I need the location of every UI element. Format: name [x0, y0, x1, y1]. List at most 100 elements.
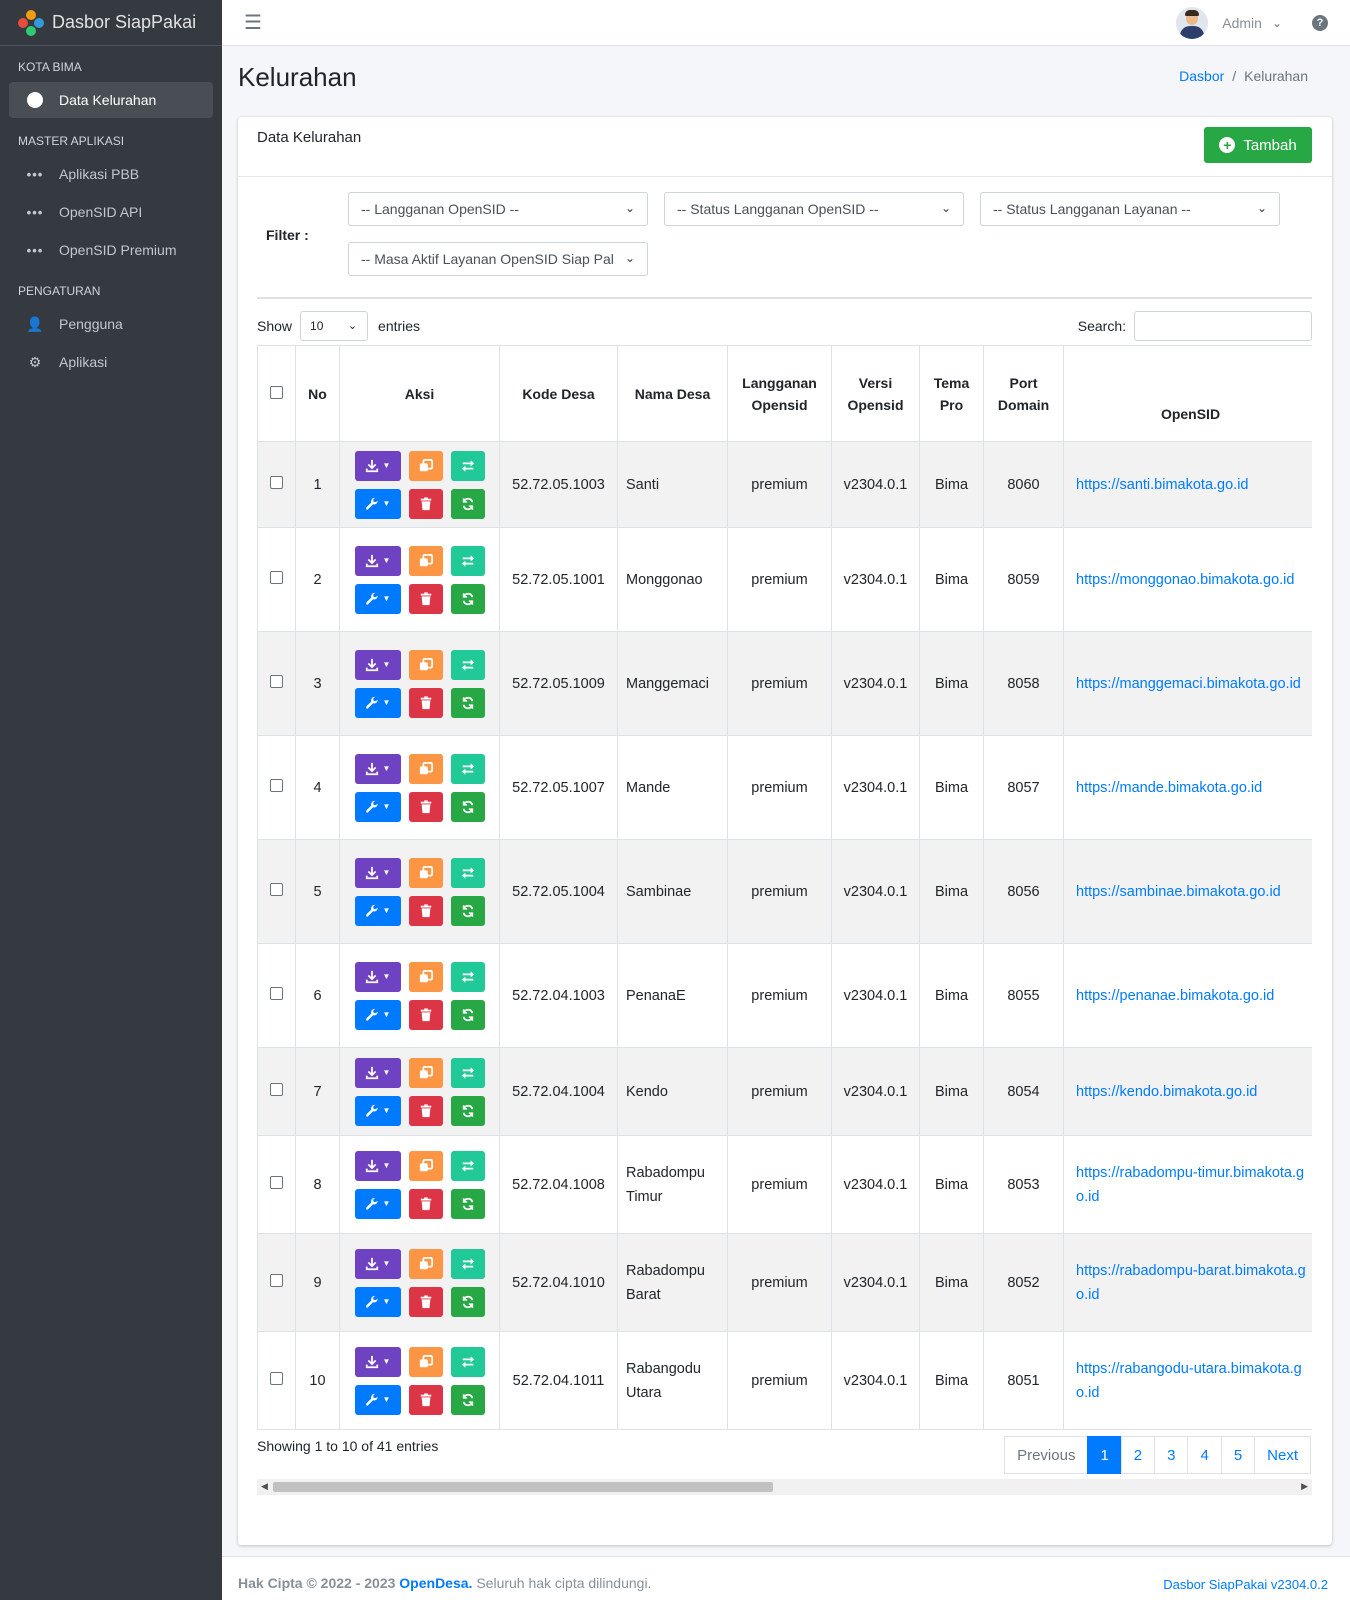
row-checkbox[interactable]: [270, 1175, 283, 1189]
filter-langganan-opensid[interactable]: -- Langganan OpenSID -- ⌄: [348, 192, 648, 226]
copy-button[interactable]: [408, 545, 443, 576]
swap-button[interactable]: [450, 1150, 485, 1181]
copy-button[interactable]: [408, 753, 443, 784]
sidebar-item-pengguna[interactable]: 👤 Pengguna: [9, 306, 213, 342]
download-dropdown-button[interactable]: ▼: [354, 545, 401, 576]
scrollbar-thumb[interactable]: [273, 1482, 773, 1492]
opensid-link[interactable]: https://rabadompu-barat.bimakota.go.id: [1076, 1263, 1306, 1303]
horizontal-scrollbar[interactable]: ◀ ▶: [257, 1479, 1312, 1495]
search-input[interactable]: [1134, 311, 1312, 341]
pagination-page-1[interactable]: 1: [1087, 1436, 1122, 1474]
help-icon[interactable]: ?: [1312, 14, 1328, 31]
swap-button[interactable]: [450, 450, 485, 481]
opensid-link[interactable]: https://monggonao.bimakota.go.id: [1076, 572, 1294, 588]
delete-button[interactable]: [408, 583, 443, 614]
chevron-down-icon[interactable]: ⌄: [1272, 16, 1282, 30]
download-dropdown-button[interactable]: ▼: [354, 961, 401, 992]
settings-dropdown-button[interactable]: ▼: [354, 583, 401, 614]
opensid-link[interactable]: https://mande.bimakota.go.id: [1076, 780, 1262, 796]
swap-button[interactable]: [450, 1248, 485, 1279]
opensid-link[interactable]: https://penanae.bimakota.go.id: [1076, 988, 1274, 1004]
swap-button[interactable]: [450, 1346, 485, 1377]
footer-version[interactable]: Dasbor SiapPakai v2304.0.2: [1163, 1577, 1328, 1592]
download-dropdown-button[interactable]: ▼: [354, 1150, 401, 1181]
col-header-opensid[interactable]: OpenSID: [1063, 345, 1312, 442]
sync-button[interactable]: [450, 1188, 485, 1219]
download-dropdown-button[interactable]: ▼: [354, 649, 401, 680]
settings-dropdown-button[interactable]: ▼: [354, 999, 401, 1030]
delete-button[interactable]: [408, 1286, 443, 1317]
swap-button[interactable]: [450, 649, 485, 680]
col-header-nama-desa[interactable]: Nama Desa: [617, 345, 728, 442]
brand[interactable]: Dasbor SiapPakai: [0, 0, 222, 46]
col-header-no[interactable]: No: [295, 345, 340, 442]
user-avatar[interactable]: [1176, 6, 1209, 39]
copy-button[interactable]: [408, 961, 443, 992]
scroll-left-icon[interactable]: ◀: [261, 1481, 268, 1492]
user-name[interactable]: Admin: [1222, 15, 1262, 31]
sync-button[interactable]: [450, 1286, 485, 1317]
settings-dropdown-button[interactable]: ▼: [354, 488, 401, 519]
sync-button[interactable]: [450, 1384, 485, 1415]
settings-dropdown-button[interactable]: ▼: [354, 895, 401, 926]
filter-status-langganan-opensid[interactable]: -- Status Langganan OpenSID -- ⌄: [664, 192, 964, 226]
delete-button[interactable]: [408, 1095, 443, 1126]
delete-button[interactable]: [408, 488, 443, 519]
copy-button[interactable]: [408, 857, 443, 888]
download-dropdown-button[interactable]: ▼: [354, 1346, 401, 1377]
row-checkbox[interactable]: [270, 570, 283, 584]
swap-button[interactable]: [450, 961, 485, 992]
delete-button[interactable]: [408, 895, 443, 926]
pagination-page-2[interactable]: 2: [1120, 1436, 1156, 1474]
copy-button[interactable]: [408, 450, 443, 481]
pagination-previous[interactable]: Previous: [1004, 1436, 1089, 1474]
delete-button[interactable]: [408, 687, 443, 718]
sync-button[interactable]: [450, 1095, 485, 1126]
delete-button[interactable]: [408, 999, 443, 1030]
opensid-link[interactable]: https://rabadompu-timur.bimakota.go.id: [1076, 1165, 1304, 1205]
add-button[interactable]: + Tambah: [1204, 127, 1312, 163]
pagination-page-3[interactable]: 3: [1154, 1436, 1189, 1474]
row-checkbox[interactable]: [270, 475, 283, 489]
scroll-right-icon[interactable]: ▶: [1301, 1481, 1308, 1492]
swap-button[interactable]: [450, 1057, 485, 1088]
col-header-tema[interactable]: Tema Pro: [919, 345, 984, 442]
sync-button[interactable]: [450, 791, 485, 822]
sync-button[interactable]: [450, 999, 485, 1030]
sync-button[interactable]: [450, 895, 485, 926]
sync-button[interactable]: [450, 488, 485, 519]
opensid-link[interactable]: https://kendo.bimakota.go.id: [1076, 1084, 1257, 1100]
opensid-link[interactable]: https://santi.bimakota.go.id: [1076, 477, 1249, 493]
settings-dropdown-button[interactable]: ▼: [354, 1384, 401, 1415]
copy-button[interactable]: [408, 1150, 443, 1181]
download-dropdown-button[interactable]: ▼: [354, 1248, 401, 1279]
copy-button[interactable]: [408, 1248, 443, 1279]
settings-dropdown-button[interactable]: ▼: [354, 1286, 401, 1317]
settings-dropdown-button[interactable]: ▼: [354, 687, 401, 718]
row-checkbox[interactable]: [270, 778, 283, 792]
row-checkbox[interactable]: [270, 1371, 283, 1385]
opensid-link[interactable]: https://rabangodu-utara.bimakota.go.id: [1076, 1361, 1302, 1401]
filter-status-langganan-layanan[interactable]: -- Status Langganan Layanan -- ⌄: [980, 192, 1280, 226]
sidebar-item-data-kelurahan[interactable]: Data Kelurahan: [9, 82, 213, 118]
footer-brand-link[interactable]: OpenDesa.: [399, 1575, 472, 1591]
opensid-link[interactable]: https://manggemaci.bimakota.go.id: [1076, 676, 1301, 692]
settings-dropdown-button[interactable]: ▼: [354, 1188, 401, 1219]
download-dropdown-button[interactable]: ▼: [354, 753, 401, 784]
swap-button[interactable]: [450, 857, 485, 888]
entries-length-select[interactable]: 10 ⌄: [300, 311, 369, 341]
breadcrumb-home-link[interactable]: Dasbor: [1179, 68, 1224, 84]
opensid-link[interactable]: https://sambinae.bimakota.go.id: [1076, 884, 1281, 900]
download-dropdown-button[interactable]: ▼: [354, 857, 401, 888]
pagination-page-5[interactable]: 5: [1220, 1436, 1256, 1474]
hamburger-menu-icon[interactable]: ☰: [244, 10, 262, 35]
delete-button[interactable]: [408, 1384, 443, 1415]
delete-button[interactable]: [408, 791, 443, 822]
settings-dropdown-button[interactable]: ▼: [354, 791, 401, 822]
row-checkbox[interactable]: [270, 1273, 283, 1287]
col-header-port[interactable]: Port Domain: [983, 345, 1064, 442]
row-checkbox[interactable]: [270, 882, 283, 896]
swap-button[interactable]: [450, 753, 485, 784]
pagination-page-4[interactable]: 4: [1187, 1436, 1222, 1474]
sidebar-item-opensid-premium[interactable]: ••• OpenSID Premium: [9, 232, 213, 268]
